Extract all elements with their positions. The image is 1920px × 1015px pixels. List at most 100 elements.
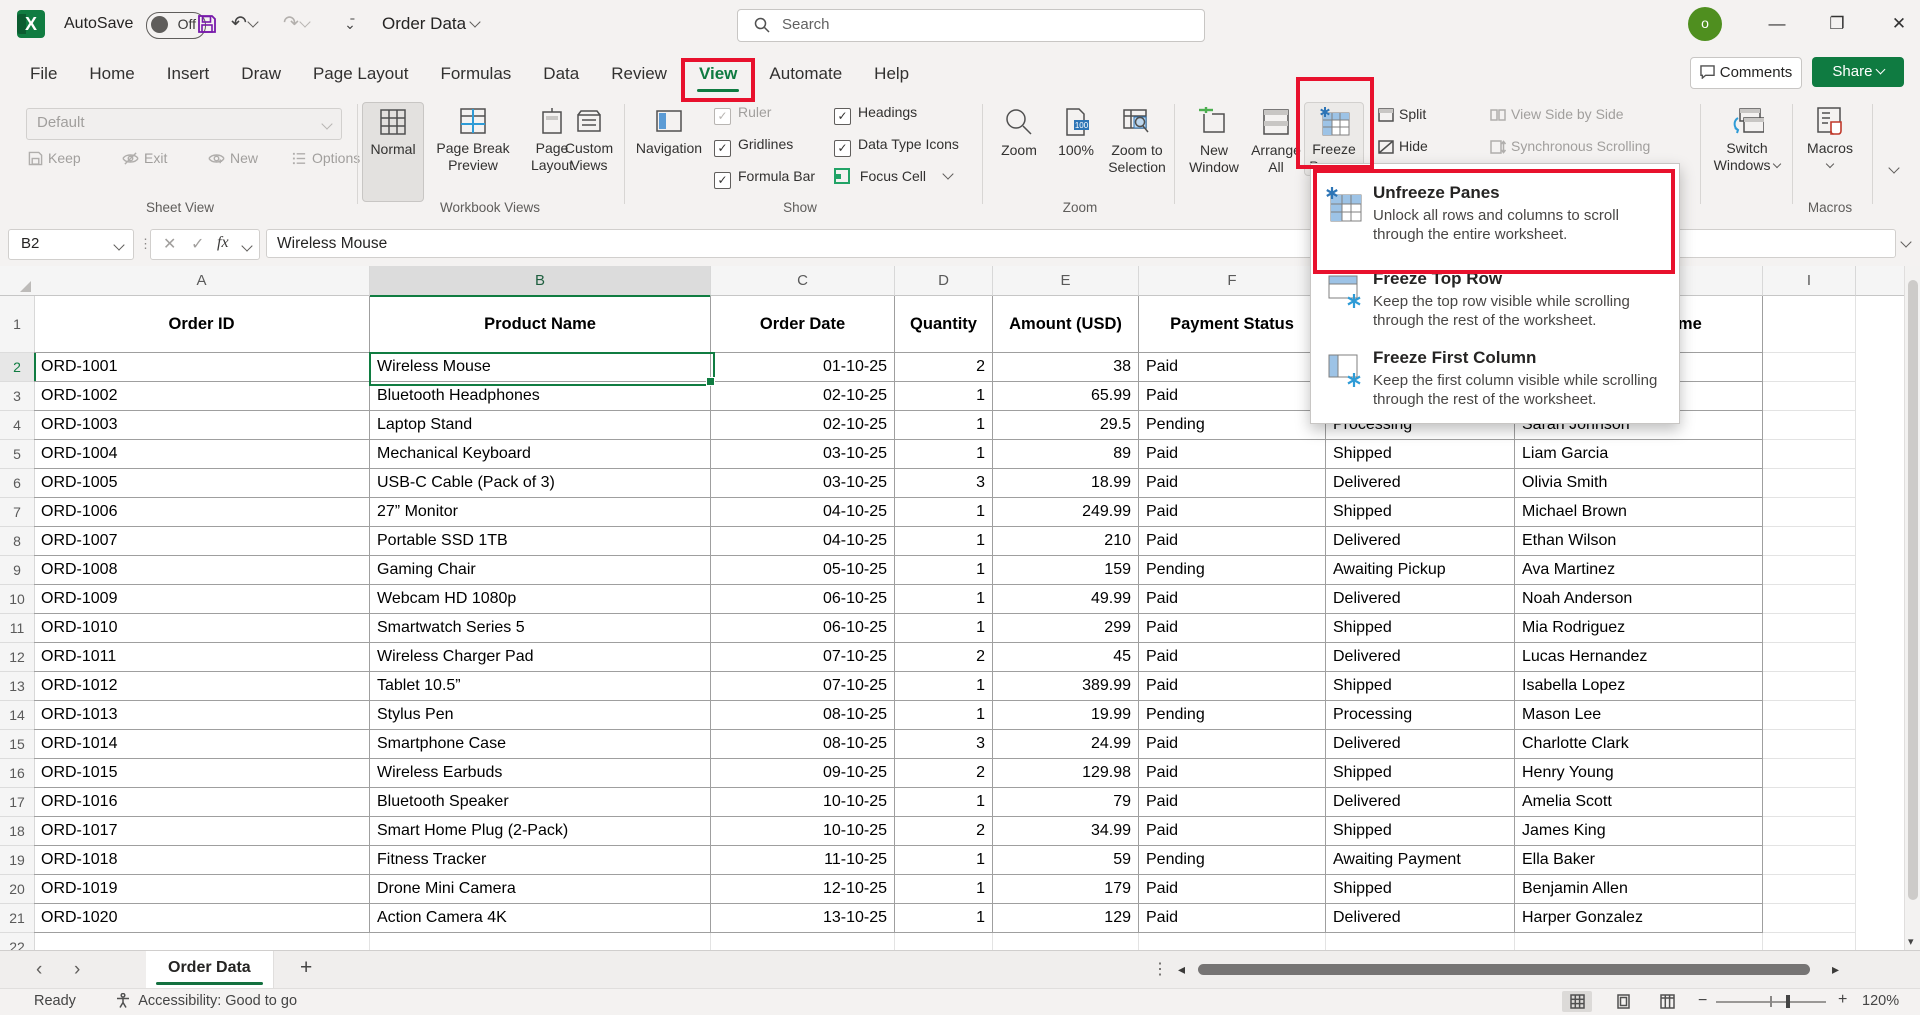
custom-views-button[interactable]: CustomViews	[560, 102, 618, 174]
cell-F17[interactable]: Paid	[1139, 788, 1326, 817]
vscroll-thumb[interactable]	[1908, 280, 1918, 900]
cell-C10[interactable]: 06-10-25	[711, 585, 895, 614]
cell-E22[interactable]	[993, 933, 1139, 950]
cell-I9[interactable]	[1763, 556, 1856, 585]
cell-H5[interactable]: Liam Garcia	[1515, 440, 1763, 469]
cell-I3[interactable]	[1763, 382, 1856, 411]
cell-A3[interactable]: ORD-1002	[34, 382, 370, 411]
excel-logo-icon[interactable]: X	[17, 10, 45, 38]
cell-F10[interactable]: Paid	[1139, 585, 1326, 614]
cell-D13[interactable]: 1	[895, 672, 993, 701]
cell-G7[interactable]: Shipped	[1326, 498, 1515, 527]
cell-B11[interactable]: Smartwatch Series 5	[370, 614, 711, 643]
avatar[interactable]: o	[1688, 7, 1722, 41]
cell-D3[interactable]: 1	[895, 382, 993, 411]
cell-C2[interactable]: 01-10-25	[711, 353, 895, 382]
cell-B22[interactable]	[370, 933, 711, 950]
cell-I2[interactable]	[1763, 353, 1856, 382]
cell-E21[interactable]: 129	[993, 904, 1139, 933]
cell-E4[interactable]: 29.5	[993, 411, 1139, 440]
cancel-icon[interactable]: ✕	[163, 234, 176, 254]
row-header-17[interactable]: 17	[0, 788, 35, 817]
cell-A9[interactable]: ORD-1008	[34, 556, 370, 585]
row-header-22[interactable]: 22	[0, 933, 35, 950]
cell-F6[interactable]: Paid	[1139, 469, 1326, 498]
cell-E13[interactable]: 389.99	[993, 672, 1139, 701]
cell-D5[interactable]: 1	[895, 440, 993, 469]
hscroll-left-icon[interactable]: ◂	[1178, 961, 1185, 978]
cell-C21[interactable]: 13-10-25	[711, 904, 895, 933]
cell-C9[interactable]: 05-10-25	[711, 556, 895, 585]
menu-item-unfreeze-panes[interactable]: Unfreeze Panes Unlock all rows and colum…	[1311, 169, 1679, 260]
row-header-14[interactable]: 14	[0, 701, 35, 730]
cell-E18[interactable]: 34.99	[993, 817, 1139, 846]
cell-H21[interactable]: Harper Gonzalez	[1515, 904, 1763, 933]
cell-F21[interactable]: Paid	[1139, 904, 1326, 933]
cell-C1[interactable]: Order Date	[711, 296, 895, 353]
cell-A20[interactable]: ORD-1019	[34, 875, 370, 904]
cell-B8[interactable]: Portable SSD 1TB	[370, 527, 711, 556]
cell-I8[interactable]	[1763, 527, 1856, 556]
cell-H18[interactable]: James King	[1515, 817, 1763, 846]
row-header-7[interactable]: 7	[0, 498, 35, 527]
cell-D15[interactable]: 3	[895, 730, 993, 759]
cell-I6[interactable]	[1763, 469, 1856, 498]
row-header-4[interactable]: 4	[0, 411, 35, 440]
checkbox-formula-bar[interactable]: ✓Formula Bar	[714, 168, 815, 189]
cell-A2[interactable]: ORD-1001	[34, 353, 370, 382]
document-title[interactable]: Order Data	[382, 14, 479, 34]
cell-E14[interactable]: 19.99	[993, 701, 1139, 730]
navigation-button[interactable]: Navigation	[632, 102, 706, 157]
cell-D6[interactable]: 3	[895, 469, 993, 498]
cell-G11[interactable]: Shipped	[1326, 614, 1515, 643]
cell-G15[interactable]: Delivered	[1326, 730, 1515, 759]
cell-G8[interactable]: Delivered	[1326, 527, 1515, 556]
cell-E5[interactable]: 89	[993, 440, 1139, 469]
menu-item-freeze-top-row[interactable]: Freeze Top Row Keep the top row visible …	[1311, 260, 1679, 339]
zoom-100-button[interactable]: 100 100%	[1050, 102, 1102, 159]
customize-quick-access-icon[interactable]: ⌄̄	[336, 10, 364, 38]
view-side-by-side-button[interactable]: View Side by Side	[1490, 106, 1624, 122]
cell-A16[interactable]: ORD-1015	[34, 759, 370, 788]
hscroll-right-icon[interactable]: ▸	[1832, 961, 1839, 978]
undo-icon[interactable]: ↶	[230, 10, 258, 38]
cell-H13[interactable]: Isabella Lopez	[1515, 672, 1763, 701]
cell-A7[interactable]: ORD-1006	[34, 498, 370, 527]
cell-F5[interactable]: Paid	[1139, 440, 1326, 469]
column-header-C[interactable]: C	[711, 266, 895, 296]
cell-A1[interactable]: Order ID	[34, 296, 370, 353]
cell-I15[interactable]	[1763, 730, 1856, 759]
cell-H16[interactable]: Henry Young	[1515, 759, 1763, 788]
cell-A13[interactable]: ORD-1012	[34, 672, 370, 701]
cell-F9[interactable]: Pending	[1139, 556, 1326, 585]
cell-I5[interactable]	[1763, 440, 1856, 469]
cell-E12[interactable]: 45	[993, 643, 1139, 672]
zoom-in-icon[interactable]: +	[1838, 991, 1847, 1009]
sheet-view-options-button[interactable]: Options	[292, 150, 360, 166]
cell-B14[interactable]: Stylus Pen	[370, 701, 711, 730]
cell-E3[interactable]: 65.99	[993, 382, 1139, 411]
cell-C17[interactable]: 10-10-25	[711, 788, 895, 817]
switch-windows-button[interactable]: SwitchWindows	[1708, 102, 1786, 174]
ribbon-tab-help[interactable]: Help	[858, 54, 925, 96]
column-header-I[interactable]: I	[1763, 266, 1856, 296]
cell-B21[interactable]: Action Camera 4K	[370, 904, 711, 933]
cell-I21[interactable]	[1763, 904, 1856, 933]
cell-D11[interactable]: 1	[895, 614, 993, 643]
cell-G5[interactable]: Shipped	[1326, 440, 1515, 469]
cell-C22[interactable]	[711, 933, 895, 950]
cell-C5[interactable]: 03-10-25	[711, 440, 895, 469]
cell-G17[interactable]: Delivered	[1326, 788, 1515, 817]
cell-C13[interactable]: 07-10-25	[711, 672, 895, 701]
cell-G21[interactable]: Delivered	[1326, 904, 1515, 933]
cell-C18[interactable]: 10-10-25	[711, 817, 895, 846]
save-icon[interactable]	[196, 13, 218, 40]
checkbox-ruler[interactable]: ✓Ruler	[714, 104, 771, 125]
sheet-view-keep-button[interactable]: Keep	[28, 150, 81, 166]
cell-G9[interactable]: Awaiting Pickup	[1326, 556, 1515, 585]
sheet-next-icon[interactable]: ›	[74, 959, 80, 981]
cell-B5[interactable]: Mechanical Keyboard	[370, 440, 711, 469]
ribbon-tab-view[interactable]: View	[683, 54, 753, 96]
cell-C3[interactable]: 02-10-25	[711, 382, 895, 411]
menu-item-freeze-first-column[interactable]: Freeze First Column Keep the first colum…	[1311, 339, 1679, 418]
